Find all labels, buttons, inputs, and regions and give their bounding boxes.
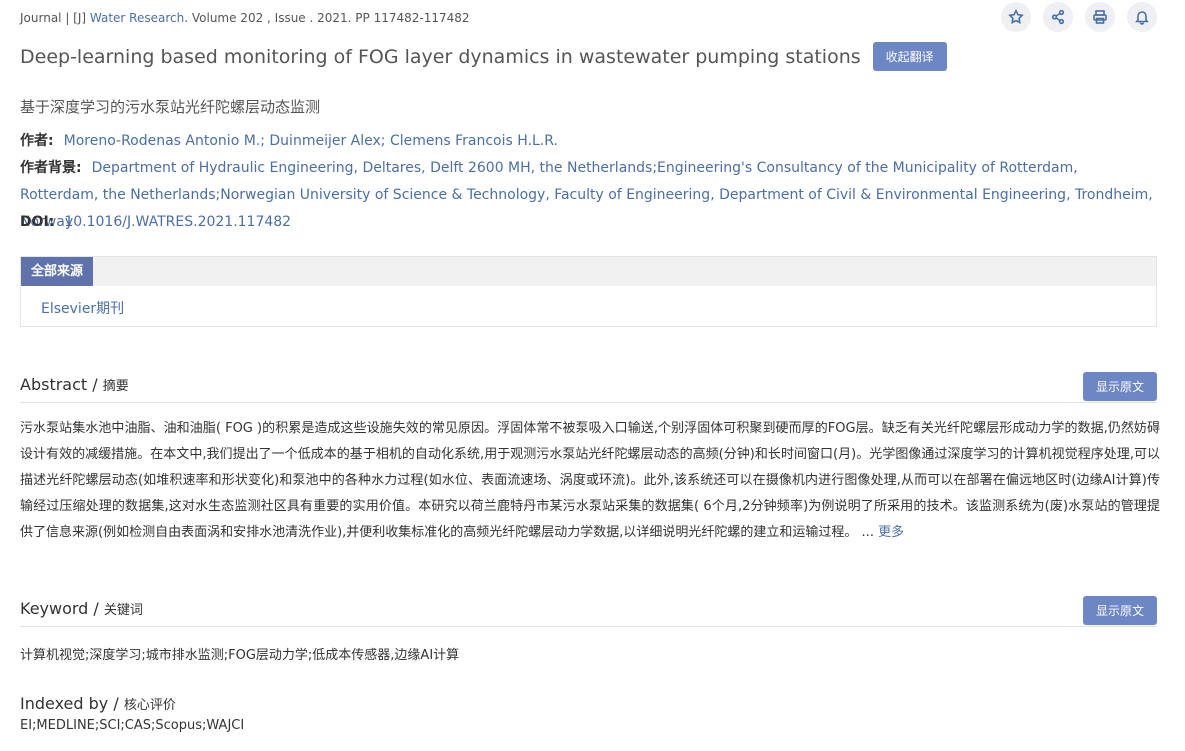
abstract-title: Abstract / 摘要	[20, 375, 129, 394]
tab-all-sources[interactable]: 全部来源	[21, 257, 94, 286]
abstract-text: 污水泵站集水池中油脂、油和油脂( FOG )的积累是造成这些设施失效的常见原因。…	[20, 416, 1160, 546]
indexed-title-en: Indexed by /	[20, 694, 124, 713]
indexed-title: Indexed by / 核心评价	[20, 694, 176, 713]
star-icon	[1008, 9, 1024, 24]
keyword-title-en: Keyword /	[20, 599, 104, 618]
abstract-ellipsis: ...	[857, 525, 879, 540]
keyword-header: Keyword / 关键词 显示原文	[20, 596, 1157, 627]
journal-name-link[interactable]: Water Research	[90, 11, 184, 25]
bell-icon	[1135, 11, 1149, 25]
abstract-title-cn: 摘要	[102, 379, 129, 394]
journal-meta: Journal | [J] Water Research. Volume 202…	[20, 11, 470, 25]
action-toolbar	[1001, 2, 1157, 32]
print-icon	[1093, 10, 1107, 24]
abstract-show-original-button[interactable]: 显示原文	[1082, 372, 1157, 401]
abstract-body: 污水泵站集水池中油脂、油和油脂( FOG )的积累是造成这些设施失效的常见原因。…	[20, 421, 1160, 540]
abstract-title-en: Abstract /	[20, 375, 103, 394]
authors-label: 作者:	[20, 133, 54, 149]
keyword-show-original-button[interactable]: 显示原文	[1082, 596, 1157, 625]
indexed-value: EI;MEDLINE;SCI;CAS;Scopus;WAJCI	[20, 718, 245, 733]
doi-value[interactable]: 10.1016/J.WATRES.2021.117482	[64, 214, 291, 230]
authors-value[interactable]: Moreno-Rodenas Antonio M.; Duinmeijer Al…	[64, 133, 558, 149]
indexed-title-cn: 核心评价	[123, 698, 176, 713]
favorite-button[interactable]	[1001, 2, 1031, 32]
source-link[interactable]: Elsevier期刊	[41, 298, 124, 318]
keywords-list: 计算机视觉;深度学习;城市排水监测;FOG层动力学;低成本传感器,边缘AI计算	[20, 648, 460, 663]
affiliation-label: 作者背景:	[20, 160, 82, 176]
doi-row: DOI: 10.1016/J.WATRES.2021.117482	[20, 209, 1160, 236]
notification-button[interactable]	[1127, 2, 1157, 32]
share-button[interactable]	[1043, 2, 1073, 32]
collapse-translation-button[interactable]: 收起翻译	[872, 42, 947, 71]
abstract-header: Abstract / 摘要 显示原文	[20, 372, 1157, 403]
page-title: Deep-learning based monitoring of FOG la…	[20, 45, 861, 68]
authors-row: 作者: Moreno-Rodenas Antonio M.; Duinmeijer…	[20, 128, 1160, 155]
doi-label: DOI:	[20, 214, 55, 230]
translated-title: 基于深度学习的污水泵站光纤陀螺层动态监测	[20, 98, 321, 116]
journal-details: . Volume 202 , Issue . 2021. PP 117482-1…	[184, 11, 470, 25]
keyword-title-cn: 关键词	[103, 603, 143, 618]
abstract-more-link[interactable]: 更多	[878, 525, 904, 540]
journal-prefix: Journal | [J]	[20, 11, 90, 25]
share-icon	[1051, 9, 1065, 25]
sources-panel: 全部来源 Elsevier期刊	[20, 256, 1157, 327]
title-row: Deep-learning based monitoring of FOG la…	[20, 42, 947, 71]
print-button[interactable]	[1085, 2, 1115, 32]
keyword-title: Keyword / 关键词	[20, 599, 143, 618]
sources-header: 全部来源	[21, 257, 1156, 286]
